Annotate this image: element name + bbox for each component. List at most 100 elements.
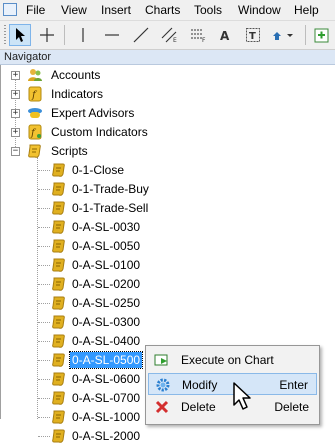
script-icon [52,258,65,272]
script-label: 0-A-SL-0700 [72,391,141,405]
tree-connector [38,322,50,323]
expert-advisors-icon [28,108,42,118]
toolbar-separator [305,25,306,45]
new-chart-icon [314,28,329,43]
equidistant-channel-tool-button[interactable]: E [159,24,181,46]
script-icon [52,410,65,424]
scripts-icon [28,144,41,158]
navigator-title-bar: Navigator [0,50,335,65]
cursor-icon [16,28,25,42]
script-label: 0-1-Close [72,163,125,177]
text-label-tool-button[interactable]: T [242,24,264,46]
tree-connector [38,208,50,209]
menu-bar: File View Insert Charts Tools Window Hel… [0,0,335,21]
script-icon [52,353,65,367]
expand-icon[interactable]: + [11,128,20,137]
script-item[interactable]: 0-A-SL-2000 [1,427,335,446]
menu-item-shortcut: Delete [274,400,309,414]
script-item[interactable]: 0-A-SL-0050 [1,237,335,256]
menu-view[interactable]: View [61,3,87,17]
cursor-tool-button[interactable] [9,24,31,46]
script-icon [52,220,65,234]
app-icon[interactable] [3,3,17,16]
menu-item-execute-on-chart[interactable]: Execute on Chart [148,349,317,371]
script-icon [52,201,65,215]
expand-icon[interactable]: + [11,71,20,80]
menu-file[interactable]: File [26,3,45,17]
svg-text:E: E [173,37,177,43]
script-icon [52,372,65,386]
expand-icon[interactable]: + [11,90,20,99]
collapse-icon[interactable]: − [11,147,20,156]
script-icon [52,391,65,405]
tree-connector [38,360,50,361]
script-icon [52,315,65,329]
menu-insert[interactable]: Insert [101,3,131,17]
script-item[interactable]: 0-A-SL-0250 [1,294,335,313]
script-icon [52,182,65,196]
tree-connector [38,303,50,304]
tree-item-label: Scripts [51,144,88,158]
expand-icon[interactable]: + [11,109,20,118]
modify-gear-icon [156,378,170,392]
script-label: 0-A-SL-0250 [72,296,141,310]
menu-item-label: Execute on Chart [181,353,274,367]
toolbar: E F A T [0,21,335,50]
menu-charts[interactable]: Charts [145,3,180,17]
text-label-icon: T [246,28,260,42]
tree-item-label: Indicators [51,87,104,101]
tree-item-accounts[interactable]: + Accounts [1,66,335,85]
arrows-dropdown-icon [273,32,293,40]
tree-connector [38,170,50,171]
script-item[interactable]: 0-A-SL-0030 [1,218,335,237]
tree-item-custom-indicators[interactable]: + f Custom Indicators [1,123,335,142]
script-item[interactable]: 0-1-Close [1,161,335,180]
tree-item-label: Expert Advisors [51,106,135,120]
mouse-cursor-icon [233,382,251,410]
script-label: 0-A-SL-0400 [72,334,141,348]
horizontal-line-tool-button[interactable] [101,24,123,46]
menu-item-label: Delete [181,400,216,414]
crosshair-tool-button[interactable] [36,24,58,46]
script-item[interactable]: 0-1-Trade-Buy [1,180,335,199]
script-icon [52,239,65,253]
new-chart-button[interactable] [312,24,332,46]
tree-connector [38,379,50,380]
menu-tools[interactable]: Tools [194,3,222,17]
tree-item-indicators[interactable]: + f Indicators [1,85,335,104]
horizontal-line-icon [105,34,119,36]
text-tool-button[interactable]: A [214,24,236,46]
svg-text:F: F [202,37,206,43]
accounts-icon [28,69,42,81]
toolbar-grip[interactable] [4,25,6,45]
tree-item-expert-advisors[interactable]: + Expert Advisors [1,104,335,123]
menu-item-shortcut: Enter [279,378,308,392]
script-item[interactable]: 0-A-SL-0200 [1,275,335,294]
script-icon [52,296,65,310]
vertical-line-icon [82,28,84,42]
menu-window[interactable]: Window [238,3,281,17]
svg-text:T: T [249,31,256,42]
fibonacci-retracement-tool-button[interactable]: F [188,24,210,46]
arrows-tool-button[interactable] [268,24,298,46]
menu-help[interactable]: Help [294,3,319,17]
script-icon [52,334,65,348]
custom-indicators-icon: f [28,124,42,140]
script-label: 0-A-SL-0030 [72,220,141,234]
indicators-icon: f [28,86,42,102]
vertical-line-tool-button[interactable] [72,24,94,46]
script-label: 0-A-SL-1000 [72,410,141,424]
svg-text:A: A [220,29,230,43]
navigator-title: Navigator [4,51,52,63]
tree-connector [38,436,50,437]
tree-item-label: Accounts [51,68,101,82]
tree-item-scripts[interactable]: − Scripts [1,142,335,161]
toolbar-separator [64,25,65,45]
script-item[interactable]: 0-A-SL-0300 [1,313,335,332]
trendline-tool-button[interactable] [130,24,152,46]
script-label: 0-A-SL-0300 [72,315,141,329]
script-label: 0-A-SL-2000 [72,429,141,443]
script-item[interactable]: 0-1-Trade-Sell [1,199,335,218]
script-label: 0-A-SL-0200 [72,277,141,291]
script-item[interactable]: 0-A-SL-0100 [1,256,335,275]
